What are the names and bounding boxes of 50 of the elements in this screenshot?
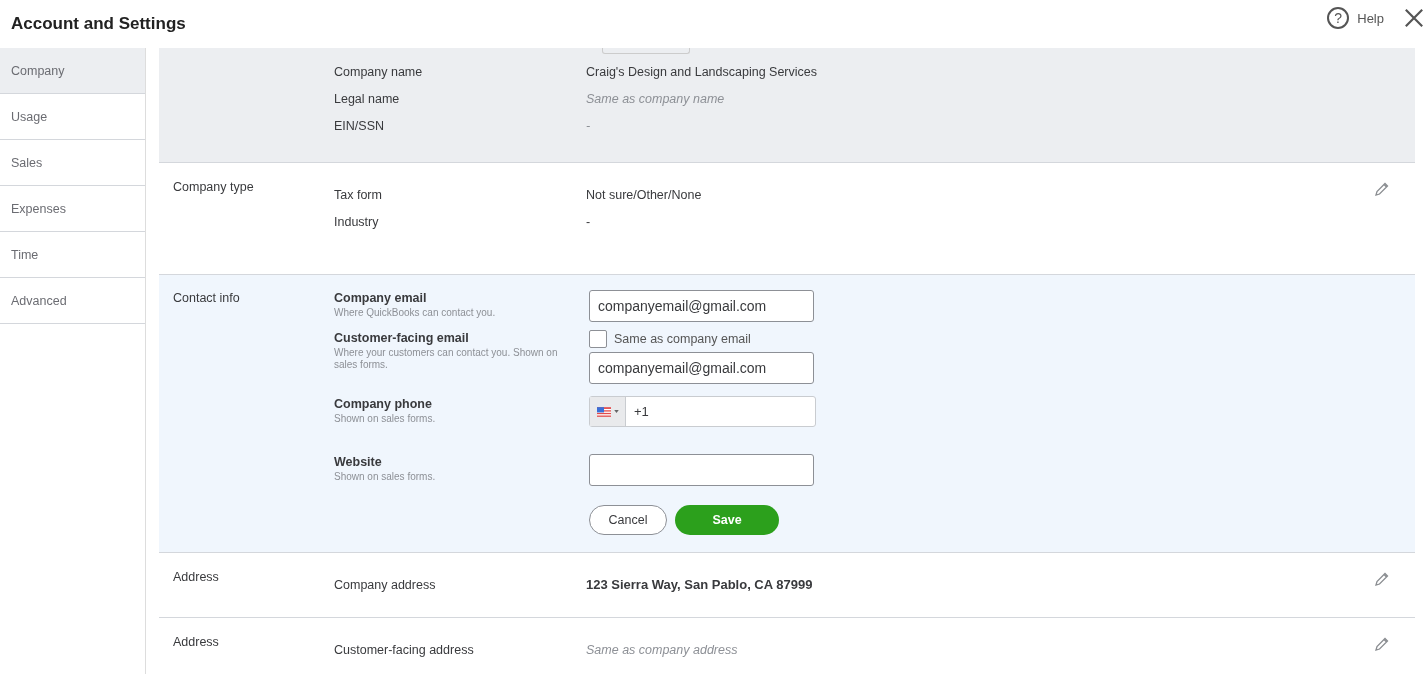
pencil-icon[interactable] bbox=[1374, 181, 1390, 197]
field-label: Legal name bbox=[334, 92, 401, 106]
field-label: Company name bbox=[334, 65, 424, 79]
field-value: - bbox=[586, 119, 591, 133]
field-label: Customer-facing email bbox=[334, 331, 470, 345]
field-label: Tax form bbox=[334, 188, 383, 202]
pencil-icon[interactable] bbox=[1374, 636, 1390, 652]
sidebar-item[interactable]: Expenses bbox=[0, 186, 145, 232]
field-label: Company phone bbox=[334, 397, 433, 411]
input-field[interactable]: companyemail@gmail.com bbox=[589, 290, 814, 322]
field-hint: Shown on sales forms. bbox=[334, 471, 437, 483]
sidebar-item[interactable]: Time bbox=[0, 232, 145, 278]
field-hint: Where your customers can contact you. Shown on sales forms. bbox=[334, 347, 559, 371]
pencil-icon[interactable] bbox=[1374, 571, 1390, 587]
phone-field[interactable]: +1 bbox=[589, 396, 816, 427]
field-value: - bbox=[586, 215, 591, 229]
field-value: 123 Sierra Way, San Pablo, CA 87999 bbox=[586, 578, 813, 592]
field-value: Not sure/Other/None bbox=[586, 188, 702, 202]
section-title: Address bbox=[172, 570, 220, 586]
sidebar-item[interactable]: Usage bbox=[0, 94, 145, 140]
input-field[interactable] bbox=[589, 454, 814, 486]
field-label: Company email bbox=[334, 291, 428, 305]
caret-icon bbox=[613, 410, 619, 413]
field-label: Company address bbox=[334, 578, 437, 592]
field-label: EIN/SSN bbox=[334, 119, 385, 133]
field-label: Customer-facing address bbox=[334, 643, 475, 657]
close-icon[interactable] bbox=[1404, 8, 1424, 28]
section-title: Company type bbox=[172, 180, 255, 196]
cancel-button[interactable]: Cancel bbox=[589, 505, 667, 535]
flag-icon bbox=[596, 406, 611, 417]
sidebar-item[interactable]: Sales bbox=[0, 140, 145, 186]
field-label: Industry bbox=[334, 215, 380, 229]
field-hint: Where QuickBooks can contact you. bbox=[334, 307, 497, 319]
country-picker[interactable] bbox=[590, 397, 626, 426]
sidebar-item[interactable]: Advanced bbox=[0, 278, 145, 324]
help-icon[interactable]: ? bbox=[1327, 7, 1350, 29]
sidebar-item[interactable]: Company bbox=[0, 48, 145, 94]
input-field[interactable]: companyemail@gmail.com bbox=[589, 352, 814, 384]
phone-input[interactable]: +1 bbox=[626, 397, 815, 426]
field-label: Website bbox=[334, 455, 383, 469]
checkbox[interactable] bbox=[589, 330, 607, 348]
page-title: Account and Settings bbox=[11, 14, 186, 34]
field-value: Craig's Design and Landscaping Services bbox=[586, 65, 817, 79]
field-value: Same as company address bbox=[586, 643, 738, 657]
checkbox-label: Same as company email bbox=[614, 332, 751, 346]
field-value: Same as company name bbox=[586, 92, 725, 106]
field-hint: Shown on sales forms. bbox=[334, 413, 437, 425]
section-title: Address bbox=[172, 635, 220, 651]
help-link[interactable]: Help bbox=[1357, 10, 1384, 26]
section-title: Contact info bbox=[172, 291, 241, 307]
